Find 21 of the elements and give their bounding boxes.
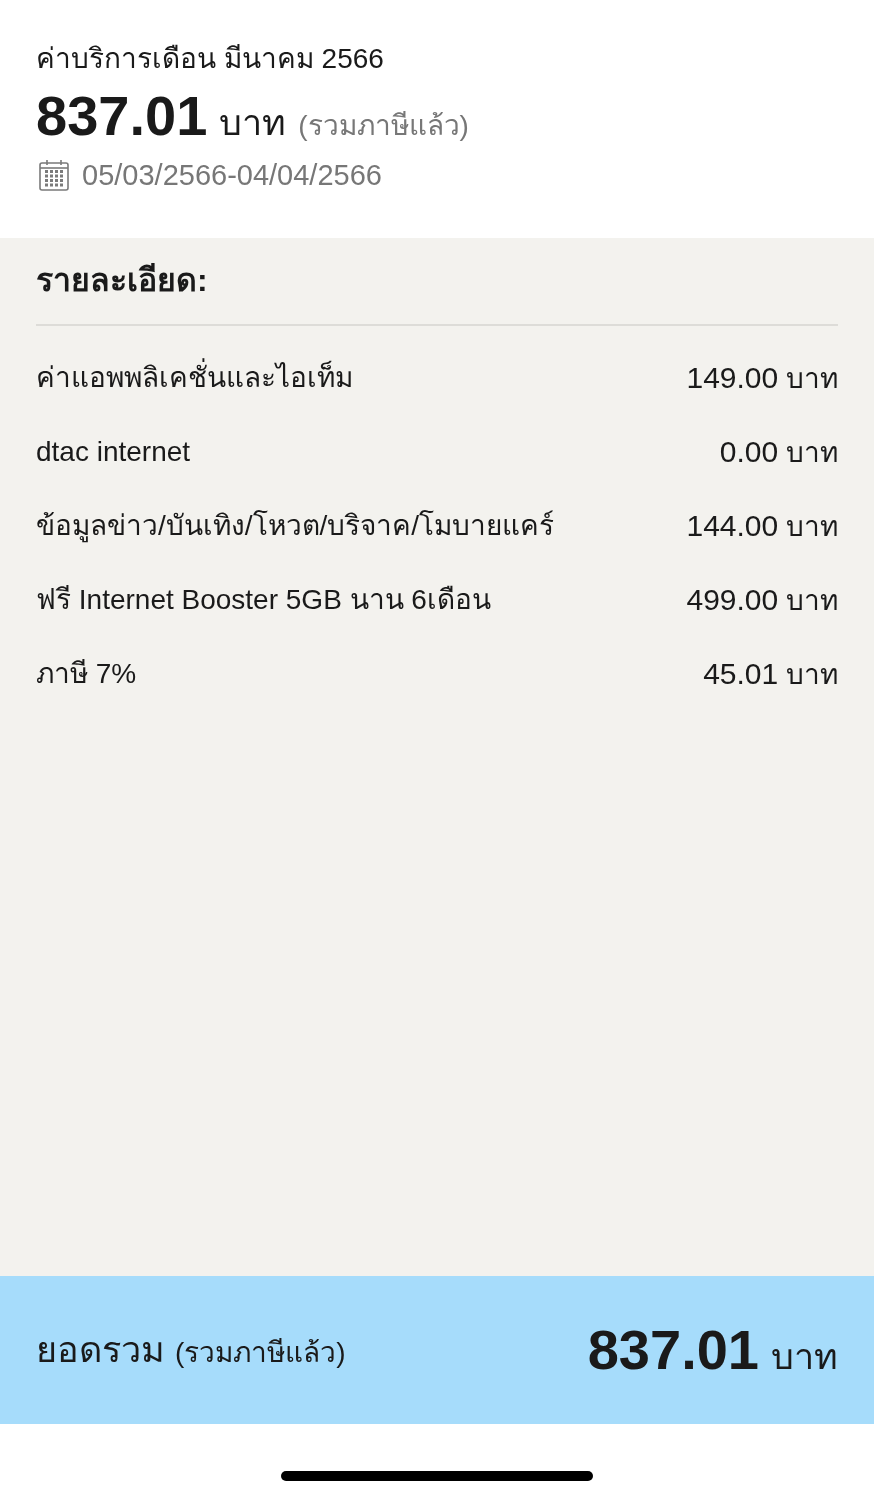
charge-amount: 144.00 บาท [686, 507, 838, 544]
total-currency: บาท [771, 1335, 838, 1379]
charge-amount: 45.01 บาท [703, 655, 838, 692]
bill-amount: 837.01 [36, 84, 208, 148]
details-heading: รายละเอียด: [36, 261, 208, 300]
charge-label: ฟรี Internet Booster 5GB นาน 6เดือน [36, 583, 491, 617]
bill-month-title: ค่าบริการเดือน มีนาคม 2566 [36, 42, 384, 76]
charge-label: dtac internet [36, 435, 191, 469]
currency-label: บาท [219, 101, 287, 145]
charge-amount: 499.00 บาท [686, 581, 838, 618]
calendar-icon [36, 159, 72, 191]
charge-amount: 149.00 บาท [686, 359, 838, 396]
charge-label: ภาษี 7% [36, 657, 137, 691]
total-amount: 837.01 [587, 1318, 759, 1382]
tax-note: (รวมภาษีแล้ว) [298, 109, 469, 143]
charge-label: ข้อมูลข่าว/บันเทิง/โหวต/บริจาค/โมบายแคร์ [36, 509, 555, 544]
total-label: ยอดรวม [36, 1328, 165, 1372]
billing-period: 05/03/2566-04/04/2566 [82, 158, 382, 193]
total-tax-note: (รวมภาษีแล้ว) [175, 1336, 346, 1370]
charge-label: ค่าแอพพลิเคชั่นและไอเท็ม [36, 360, 353, 396]
charge-amount: 0.00 บาท [719, 433, 838, 470]
